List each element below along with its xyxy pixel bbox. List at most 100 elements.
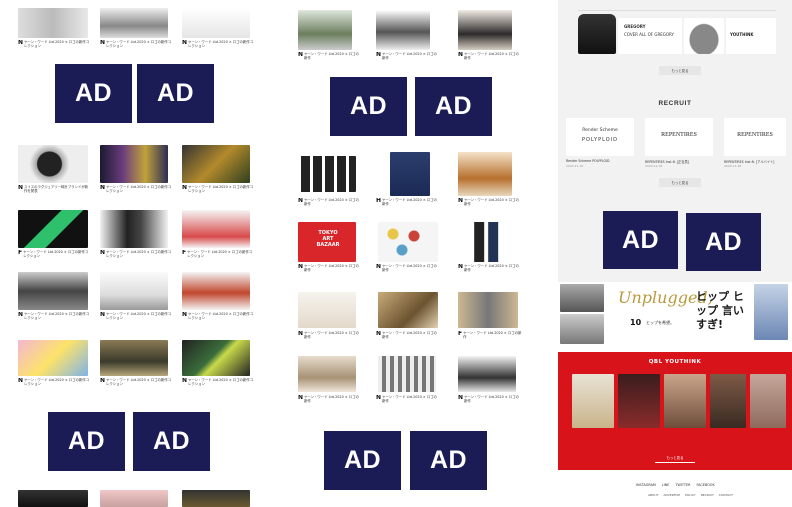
article-thumb[interactable]	[458, 292, 518, 328]
article-caption[interactable]: F ヤーン・ワード Ltd.2020 × ロゴの新作コレクション	[18, 250, 90, 264]
youthink-more[interactable]: もっと見る	[655, 455, 695, 463]
article-caption[interactable]: N ヤーン・ワード Ltd.2020 × ロゴの新作	[458, 198, 522, 212]
article-caption[interactable]: N ヤーン・ワード Ltd.2020 × ロゴの新作コレクション	[18, 312, 90, 326]
article-caption[interactable]: N ヤーン・ワード Ltd.2020 × ロゴの新作コレクション	[182, 40, 254, 58]
unplugged-photo[interactable]	[560, 284, 604, 312]
ad-banner[interactable]: AD	[55, 64, 132, 123]
article-caption[interactable]: N ヤーン・ワード Ltd.2020 × ロゴの新作コレクション	[100, 250, 172, 264]
footer-link-about[interactable]: ABOUT	[648, 493, 658, 497]
more-button-recruit[interactable]: もっと見る	[659, 178, 701, 187]
footer-social-twitter[interactable]: TWITTER	[675, 483, 690, 487]
article-thumb[interactable]	[18, 490, 88, 507]
article-thumb[interactable]	[378, 356, 436, 392]
ad-banner[interactable]: AD	[48, 412, 125, 471]
backpack-banner[interactable]	[578, 14, 616, 54]
article-thumb[interactable]	[182, 272, 250, 310]
ad-banner[interactable]: AD	[324, 431, 401, 490]
article-thumb[interactable]	[18, 8, 88, 38]
article-thumb[interactable]	[466, 222, 506, 262]
youthink-thumb[interactable]	[750, 374, 786, 428]
article-thumb[interactable]	[458, 356, 516, 392]
article-thumb[interactable]	[298, 156, 356, 192]
recruit-caption[interactable]: Render Scheme POLYPLOID	[566, 159, 636, 163]
unplugged-photo[interactable]	[560, 314, 604, 344]
footer-link-recruit[interactable]: RECRUIT	[701, 493, 714, 497]
ad-banner[interactable]: AD	[410, 431, 487, 490]
article-caption[interactable]: N ヤーン・ワード Ltd.2020 × ロゴの新作	[376, 395, 440, 409]
article-thumb[interactable]	[378, 292, 438, 328]
article-caption[interactable]: N ヤーン・ワード Ltd.2020 × ロゴの新作	[376, 331, 440, 345]
article-thumb[interactable]	[182, 340, 250, 376]
footer-link-contact[interactable]: CONTACT	[719, 493, 733, 497]
footer	[558, 470, 792, 507]
article-thumb[interactable]	[378, 222, 438, 262]
article-thumb[interactable]	[182, 210, 250, 248]
article-thumb[interactable]	[182, 8, 250, 38]
article-thumb[interactable]	[182, 145, 250, 183]
article-thumb[interactable]	[298, 292, 356, 328]
article-caption[interactable]: N ヤーン・ワード Ltd.2020 × ロゴの新作	[376, 52, 440, 66]
youthink-thumb[interactable]	[572, 374, 614, 428]
recruit-date: 2020.11.18	[645, 164, 663, 168]
article-caption[interactable]: N ヤーン・ワード Ltd.2020 × ロゴの新作	[298, 198, 362, 212]
article-thumb[interactable]	[18, 145, 88, 183]
article-caption[interactable]: N ヤーン・ワード Ltd.2020 × ロゴの新作コレクション	[100, 312, 172, 326]
footer-link-policy[interactable]: POLICY	[685, 493, 696, 497]
youthink-thumb[interactable]	[710, 374, 746, 428]
article-thumb[interactable]	[18, 272, 88, 310]
article-thumb[interactable]	[100, 490, 168, 507]
footer-social-line[interactable]: LINE	[662, 483, 670, 487]
article-caption[interactable]: F ヤーン・ワード Ltd.2020 × ロゴの新作	[458, 331, 522, 345]
footer-social-facebook[interactable]: FACEBOOK	[696, 483, 714, 487]
article-caption[interactable]: N ヤーン・ワード Ltd.2020 × ロゴの新作コレクション	[182, 185, 254, 199]
article-thumb[interactable]	[100, 8, 168, 38]
recruit-heading: RECRUIT	[658, 100, 692, 107]
article-caption[interactable]: N ヤーン・ワード Ltd.2020 × ロゴの新作コレクション	[18, 40, 90, 58]
article-caption[interactable]: H ヤーン・ワード Ltd.2020 × ロゴの新作	[376, 198, 440, 212]
youthink-heading: QBL YOUTHINK	[648, 359, 702, 365]
ad-banner[interactable]: AD	[686, 213, 761, 271]
article-thumb[interactable]	[100, 145, 168, 183]
footer-link-advertise[interactable]: ADVERTISE	[663, 493, 680, 497]
youthink-thumb[interactable]	[618, 374, 660, 428]
article-caption[interactable]: N ヤーン・ワード Ltd.2020 × ロゴの新作コレクション	[182, 312, 254, 326]
article-thumb[interactable]	[298, 356, 356, 392]
article-thumb[interactable]	[18, 210, 88, 248]
more-button-top[interactable]: もっと見る	[659, 66, 701, 75]
ad-banner[interactable]: AD	[330, 77, 407, 136]
article-caption[interactable]: N スイスのラグジュアリー時計ブランドが新作を発表	[18, 185, 90, 199]
article-caption[interactable]: F ヤーン・ワード Ltd.2020 × ロゴの新作コレクション	[182, 250, 254, 264]
article-caption[interactable]: N ヤーン・ワード Ltd.2020 × ロゴの新作	[458, 52, 522, 66]
article-caption[interactable]: N ヤーン・ワード Ltd.2020 × ロゴの新作	[298, 264, 362, 278]
article-caption[interactable]: N ヤーン・ワード Ltd.2020 × ロゴの新作コレクション	[18, 378, 90, 392]
article-thumb[interactable]	[458, 152, 512, 196]
article-thumb[interactable]	[298, 10, 352, 50]
article-caption[interactable]: N ヤーン・ワード Ltd.2020 × ロゴの新作コレクション	[100, 378, 172, 392]
ad-banner[interactable]: AD	[415, 77, 492, 136]
footer-social-instagram[interactable]: INSTAGRAM	[636, 483, 656, 487]
article-thumb[interactable]	[100, 272, 168, 310]
article-caption[interactable]: N ヤーン・ワード Ltd.2020 × ロゴの新作	[298, 331, 362, 345]
article-caption[interactable]: N ヤーン・ワード Ltd.2020 × ロゴの新作	[458, 395, 522, 409]
article-caption[interactable]: N ヤーン・ワード Ltd.2020 × ロゴの新作コレクション	[182, 378, 254, 392]
article-caption[interactable]: N ヤーン・ワード Ltd.2020 × ロゴの新作	[298, 395, 362, 409]
ad-banner[interactable]: AD	[603, 211, 678, 269]
article-caption[interactable]: N ヤーン・ワード Ltd.2020 × ロゴの新作	[376, 264, 440, 278]
article-thumb[interactable]	[100, 340, 168, 376]
column-middle: N ヤーン・ワード Ltd.2020 × ロゴの新作 N ヤーン・ワード Ltd.2…	[290, 0, 530, 507]
article-thumb[interactable]	[18, 340, 88, 376]
article-thumb[interactable]	[100, 210, 168, 248]
article-thumb[interactable]	[458, 10, 512, 50]
article-caption[interactable]: N ヤーン・ワード Ltd.2020 × ロゴの新作コレクション	[100, 185, 172, 199]
article-thumb[interactable]	[390, 152, 430, 196]
unplugged-photo[interactable]	[754, 284, 788, 340]
sneaker-banner[interactable]	[684, 18, 724, 54]
article-thumb[interactable]	[182, 490, 250, 507]
youthink-thumb[interactable]	[664, 374, 706, 428]
article-thumb[interactable]	[376, 10, 430, 50]
article-caption[interactable]: N ヤーン・ワード Ltd.2020 × ロゴの新作	[298, 52, 362, 66]
article-caption[interactable]: N ヤーン・ワード Ltd.2020 × ロゴの新作	[458, 264, 522, 278]
ad-banner[interactable]: AD	[137, 64, 214, 123]
article-caption[interactable]: N ヤーン・ワード Ltd.2020 × ロゴの新作コレクション	[100, 40, 172, 58]
ad-banner[interactable]: AD	[133, 412, 210, 471]
